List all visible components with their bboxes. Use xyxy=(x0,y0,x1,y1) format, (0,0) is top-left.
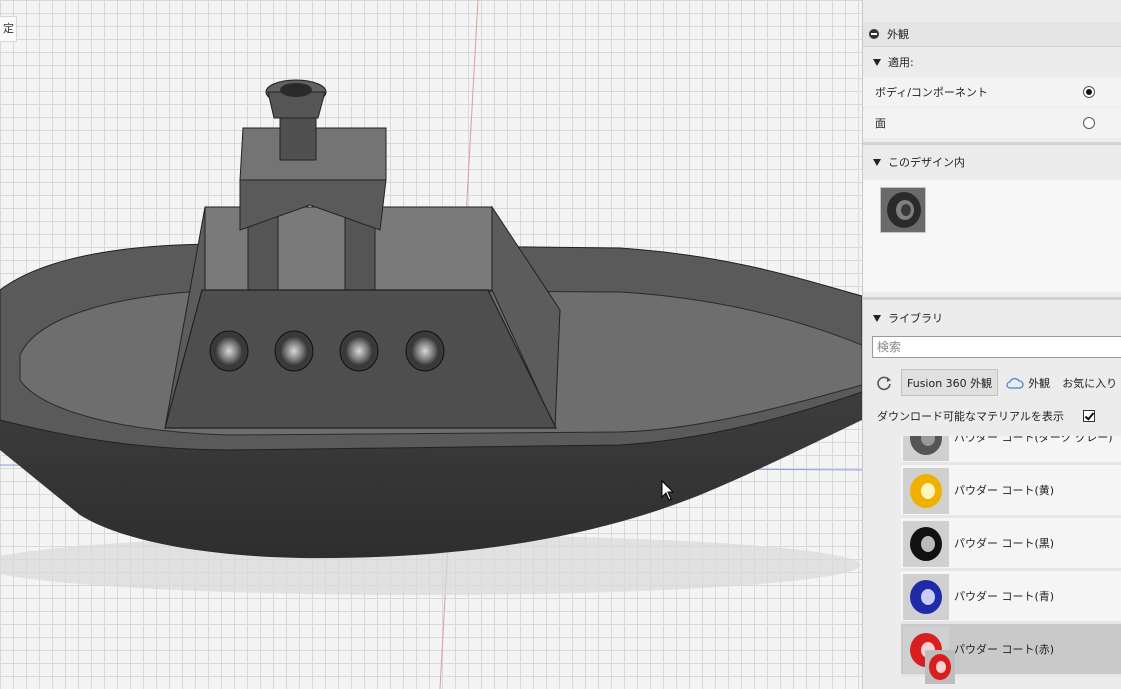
apply-option-body[interactable]: ボディ/コンポーネント xyxy=(863,77,1121,107)
material-swatch xyxy=(903,468,949,514)
material-item[interactable]: パウダー コート(黒) xyxy=(901,518,1121,571)
design-appearances-box xyxy=(863,180,1121,292)
material-list[interactable]: パウダー コート(ダーク グレー) パウダー コート(黄) パウダー コート(黒… xyxy=(901,436,1121,689)
material-item[interactable]: パウダー コート(黄) xyxy=(901,465,1121,518)
material-name: パウダー コート(ダーク グレー) xyxy=(954,436,1113,444)
material-swatch xyxy=(903,436,949,461)
section-divider xyxy=(863,142,1121,145)
triangle-down-icon xyxy=(873,58,881,66)
tab-cloud-label: 外観 xyxy=(1028,376,1051,390)
library-section-title: ライブラリ xyxy=(888,312,943,325)
porthole-glass xyxy=(411,336,439,366)
material-name: パウダー コート(赤) xyxy=(954,643,1055,656)
library-tabs: Fusion 360 外観 外観 お気に入り xyxy=(873,368,1121,397)
panel-title: 外観 xyxy=(887,28,909,41)
porthole-glass xyxy=(215,336,243,366)
cloud-icon xyxy=(1006,377,1024,389)
material-name: パウダー コート(黄) xyxy=(954,484,1055,497)
panel-header[interactable]: 外観 xyxy=(863,22,1121,47)
apply-option-label: ボディ/コンポーネント xyxy=(875,86,988,99)
show-downloadable-row[interactable]: ダウンロード可能なマテリアルを表示 xyxy=(863,404,1121,428)
design-section-title: このデザイン内 xyxy=(888,156,965,169)
material-name: パウダー コート(青) xyxy=(954,590,1055,603)
apply-option-face[interactable]: 面 xyxy=(863,108,1121,138)
tab-fusion-appearances[interactable]: Fusion 360 外観 xyxy=(901,369,999,396)
show-downloadable-label: ダウンロード可能なマテリアルを表示 xyxy=(877,410,1064,423)
collapse-icon[interactable] xyxy=(869,29,879,39)
tab-cloud-appearances[interactable]: 外観 xyxy=(1006,375,1050,391)
library-section-header[interactable]: ライブラリ xyxy=(863,304,1121,332)
triangle-down-icon xyxy=(873,158,881,166)
radio-face[interactable] xyxy=(1083,117,1095,129)
triangle-down-icon xyxy=(873,314,881,322)
appearance-swatch xyxy=(887,192,921,228)
refresh-icon[interactable] xyxy=(873,372,895,394)
material-item[interactable]: パウダー コート(ダーク グレー) xyxy=(901,436,1121,465)
material-item[interactable]: パウダー コート(青) xyxy=(901,571,1121,624)
apply-option-label: 面 xyxy=(875,117,886,130)
apply-section-header[interactable]: 適用: xyxy=(863,48,1121,76)
boat-model[interactable] xyxy=(0,0,862,689)
radio-body-component[interactable] xyxy=(1083,86,1095,98)
pillar-left xyxy=(247,214,279,291)
porthole-glass xyxy=(280,336,308,366)
show-downloadable-checkbox[interactable] xyxy=(1083,410,1095,422)
apply-section-title: 適用: xyxy=(888,56,914,69)
tab-favorites[interactable]: お気に入り xyxy=(1062,375,1117,391)
search-input[interactable]: 検索 xyxy=(872,336,1121,358)
section-divider xyxy=(863,297,1121,300)
material-swatch xyxy=(903,521,949,567)
material-swatch xyxy=(903,574,949,620)
appearance-panel: 外観 適用: ボディ/コンポーネント 面 このデザイン内 ライブラリ 検索 Fu… xyxy=(862,0,1121,689)
drag-swatch-icon xyxy=(925,650,955,684)
3d-viewport[interactable]: 定 xyxy=(0,0,862,689)
appearance-thumbnail[interactable] xyxy=(880,187,926,233)
design-section-header[interactable]: このデザイン内 xyxy=(863,148,1121,176)
porthole-glass xyxy=(345,336,373,366)
material-name: パウダー コート(黒) xyxy=(954,537,1055,550)
